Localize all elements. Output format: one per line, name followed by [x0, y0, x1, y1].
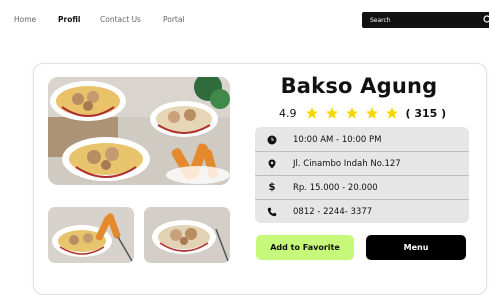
add-to-favorite-button[interactable]: Add to Favorite	[256, 235, 354, 260]
clock-icon	[267, 135, 277, 144]
price-row: $ Rp. 15.000 - 20.000	[255, 176, 469, 199]
rating-row: 4.9 ( 315 )	[279, 105, 446, 121]
search-input[interactable]	[366, 14, 482, 26]
phone-icon	[267, 207, 277, 216]
nav-home[interactable]: Home	[14, 15, 36, 24]
main-food-image	[48, 77, 230, 185]
review-count: ( 315 )	[405, 106, 447, 120]
menu-button[interactable]: Menu	[366, 235, 466, 260]
phone-row: 0812 - 2244- 3377	[255, 200, 469, 223]
nav-portal[interactable]: Portal	[163, 15, 185, 24]
hours-text: 10:00 AM - 10:00 PM	[293, 134, 382, 145]
star-icon	[365, 107, 378, 119]
search-bar	[362, 12, 489, 28]
phone-text: 0812 - 2244- 3377	[293, 206, 373, 217]
rating-value: 4.9	[279, 106, 297, 120]
info-panel: 10:00 AM - 10:00 PM Jl. Cinambo Indah No…	[255, 127, 469, 223]
price-text: Rp. 15.000 - 20.000	[293, 182, 378, 193]
star-icon	[385, 107, 398, 119]
dollar-icon: $	[268, 182, 276, 193]
thumbnail-image-2[interactable]	[144, 207, 230, 263]
restaurant-name: Bakso Agung	[280, 74, 438, 98]
hours-row: 10:00 AM - 10:00 PM	[255, 128, 469, 151]
nav-contact-us[interactable]: Contact Us	[100, 15, 141, 24]
star-icon	[305, 107, 318, 119]
star-icon	[325, 107, 338, 119]
thumbnail-image-1[interactable]	[48, 207, 134, 263]
star-icon	[345, 107, 358, 119]
address-row: Jl. Cinambo Indah No.127	[255, 152, 469, 175]
location-pin-icon	[268, 159, 276, 168]
nav-profil[interactable]: Profil	[58, 15, 80, 24]
top-nav: Home Profil Contact Us Portal	[0, 0, 489, 40]
search-icon[interactable]	[483, 15, 489, 25]
address-text: Jl. Cinambo Indah No.127	[293, 158, 401, 169]
